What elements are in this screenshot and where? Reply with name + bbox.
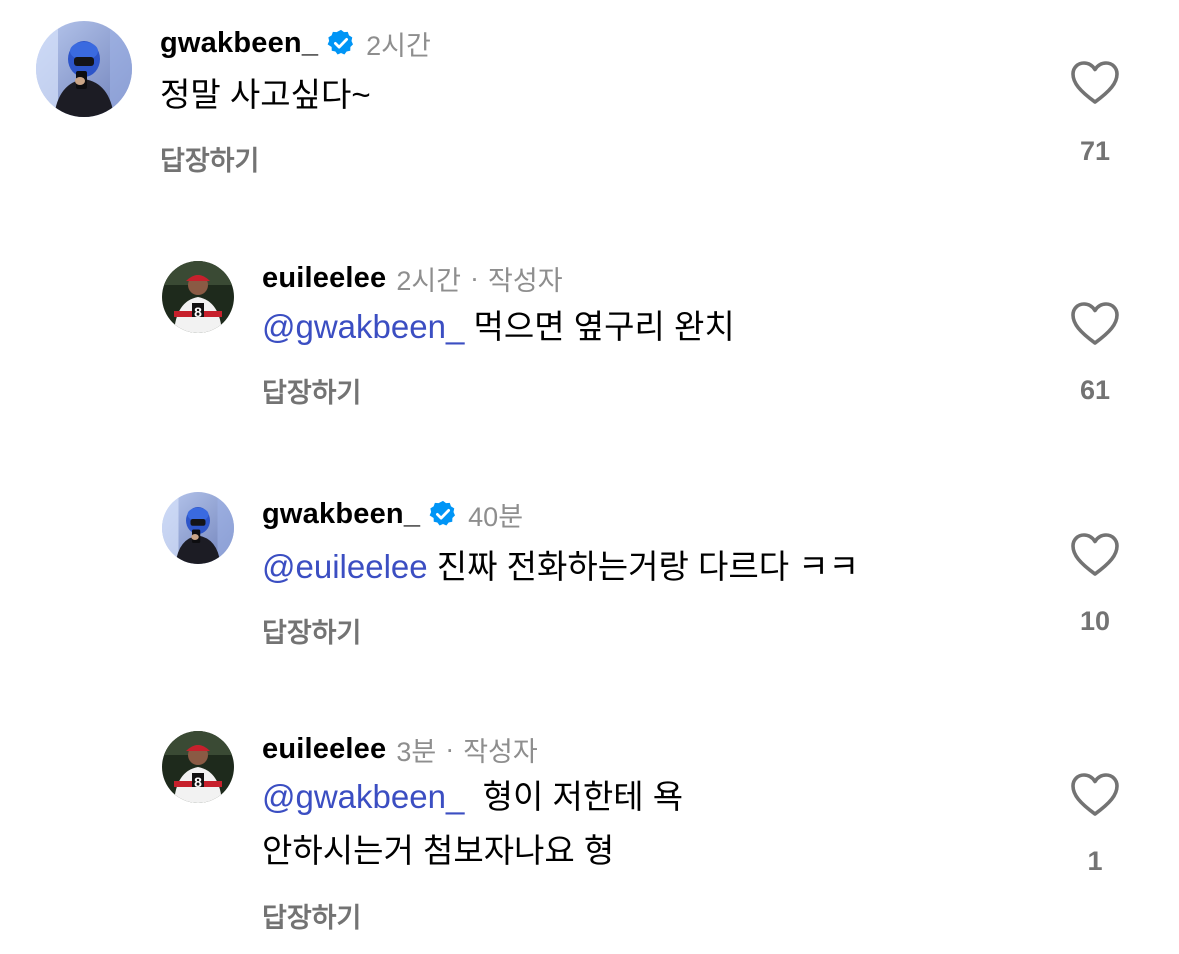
gwakbeen-avatar-image [162, 492, 234, 564]
like-button[interactable]: 10 [1065, 532, 1125, 636]
separator-dot: · [470, 262, 480, 293]
comment-text: @gwakbeen_ 먹으면 옆구리 완치 [262, 300, 735, 354]
like-count: 71 [1079, 136, 1111, 166]
comment-text: @gwakbeen_ 형이 저한테 욕 [262, 770, 683, 824]
comment-body: 먹으면 옆구리 완치 [473, 308, 735, 345]
avatar[interactable]: 8 [162, 731, 234, 803]
heart-outline-icon [1071, 773, 1119, 816]
verified-badge-icon [428, 499, 458, 529]
username[interactable]: gwakbeen_ [160, 27, 318, 60]
like-count: 1 [1087, 846, 1103, 876]
heart-outline-icon [1071, 533, 1119, 576]
author-tag: 작성자 [488, 265, 563, 296]
mention-link[interactable]: @euileelee [262, 548, 428, 585]
comment-header: euileelee 3분 · 작성자 [262, 729, 538, 769]
like-count: 10 [1079, 606, 1111, 636]
verified-badge-icon [326, 28, 356, 58]
reply-button[interactable]: 답장하기 [262, 611, 361, 650]
comment-text: 정말 사고싶다~ [160, 68, 371, 122]
euileelee-avatar-image: 8 [162, 261, 234, 333]
reply-button[interactable]: 답장하기 [262, 896, 361, 935]
comment-text: @euileelee 진짜 전화하는거랑 다르다 ㅋㅋ [262, 540, 859, 594]
comment-item: gwakbeen_ 2시간 정말 사고싶다~ 답장하기 71 [0, 0, 1179, 200]
avatar[interactable]: 8 [162, 261, 234, 333]
comment-header: gwakbeen_ 40분 [262, 494, 523, 534]
mention-link[interactable]: @gwakbeen_ [262, 308, 464, 345]
comment-header: euileelee 2시간 · 작성자 [262, 258, 563, 298]
separator-dot: · [445, 733, 455, 764]
like-button[interactable]: 1 [1065, 772, 1125, 876]
comment-body: 형이 저한테 욕 [473, 778, 684, 815]
comment-item: 8 euileelee 3분 · 작성자 @gwakbeen_ 형이 저한테 욕… [0, 0, 1179, 933]
heart-outline-icon [1071, 61, 1119, 104]
euileelee-avatar-image: 8 [162, 731, 234, 803]
comment-text-line2: 안하시는거 첨보자나요 형 [262, 824, 614, 878]
svg-text:8: 8 [194, 304, 202, 320]
timestamp: 3분 [396, 736, 437, 767]
svg-text:8: 8 [194, 774, 202, 790]
reply-button[interactable]: 답장하기 [262, 371, 361, 410]
timestamp: 2시간 [396, 265, 462, 296]
reply-button[interactable]: 답장하기 [160, 139, 259, 178]
username[interactable]: euileelee [262, 262, 386, 295]
username[interactable]: gwakbeen_ [262, 498, 420, 531]
like-count: 61 [1079, 375, 1111, 405]
comment-body: 진짜 전화하는거랑 다르다 ㅋㅋ [436, 548, 859, 585]
like-button[interactable]: 61 [1065, 301, 1125, 405]
author-tag: 작성자 [463, 736, 538, 767]
timestamp: 2시간 [366, 30, 431, 61]
heart-outline-icon [1071, 302, 1119, 345]
timestamp: 40분 [468, 501, 524, 532]
avatar[interactable] [162, 492, 234, 564]
comment-body: 정말 사고싶다~ [160, 76, 371, 113]
mention-link[interactable]: @gwakbeen_ [262, 778, 464, 815]
comment-header: gwakbeen_ 2시간 [160, 23, 431, 63]
username[interactable]: euileelee [262, 733, 386, 766]
comment-body: 안하시는거 첨보자나요 형 [262, 832, 615, 869]
like-button[interactable]: 71 [1065, 60, 1125, 166]
avatar[interactable] [36, 21, 132, 117]
gwakbeen-avatar-image [36, 21, 132, 117]
